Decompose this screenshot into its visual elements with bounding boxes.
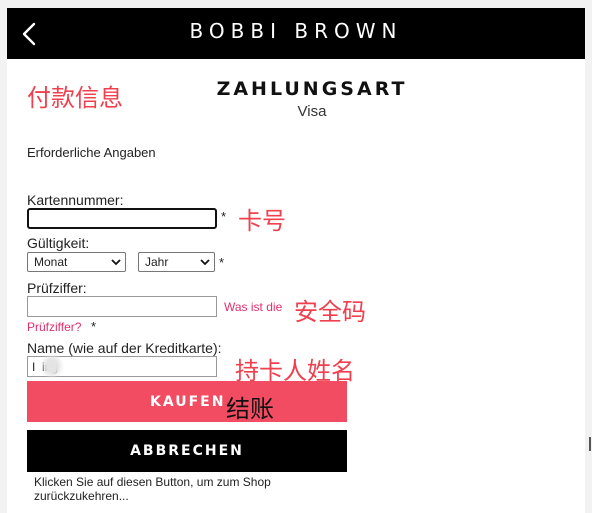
security-code-input[interactable] xyxy=(27,296,217,317)
scrollbar-edge[interactable] xyxy=(589,437,591,451)
annotation-security-code: 安全码 xyxy=(294,298,366,326)
card-number-label: Kartennummer: xyxy=(27,192,124,208)
chevron-down-icon xyxy=(200,259,210,266)
annotation-card-number: 卡号 xyxy=(238,207,286,235)
expiry-required-mark: * xyxy=(219,255,225,270)
card-number-required-mark: * xyxy=(221,209,227,224)
security-code-help-link-part2[interactable]: Prüfziffer? xyxy=(27,320,81,334)
payment-page: BOBBI BROWN 付款信息 ZAHLUNGSART Visa Erford… xyxy=(7,8,585,513)
cancel-button-label: ABBRECHEN xyxy=(130,443,244,459)
expiry-month-value: Monat xyxy=(34,255,68,269)
payment-method-subtitle: Visa xyxy=(297,103,327,120)
chevron-down-icon xyxy=(111,259,121,266)
buy-button-label: KAUFEN xyxy=(150,394,226,410)
top-bar: BOBBI BROWN xyxy=(7,8,585,59)
expiry-year-select[interactable]: Jahr xyxy=(138,252,215,272)
annotation-payment-info: 付款信息 xyxy=(27,84,123,112)
redaction-blur xyxy=(43,356,61,376)
brand-logo: BOBBI BROWN xyxy=(189,19,403,43)
buy-button[interactable]: KAUFEN xyxy=(27,381,347,422)
expiry-year-value: Jahr xyxy=(145,255,169,269)
security-code-label: Prüfziffer: xyxy=(27,280,87,296)
annotation-checkout: 结账 xyxy=(226,395,274,423)
cancel-hint-text: Klicken Sie auf diesen Button, um zum Sh… xyxy=(34,475,271,503)
cancel-button[interactable]: ABBRECHEN xyxy=(27,430,347,472)
cardholder-name-label: Name (wie auf der Kreditkarte): xyxy=(27,340,222,356)
expiry-label: Gültigkeit: xyxy=(27,235,90,251)
security-code-required-mark: * xyxy=(91,319,97,334)
security-code-help-link-part1[interactable]: Was ist die xyxy=(224,300,282,314)
expiry-month-select[interactable]: Monat xyxy=(27,252,126,272)
required-note: Erforderliche Angaben xyxy=(27,145,156,160)
card-number-input[interactable] xyxy=(27,208,217,229)
page-title: ZAHLUNGSART xyxy=(216,78,408,100)
